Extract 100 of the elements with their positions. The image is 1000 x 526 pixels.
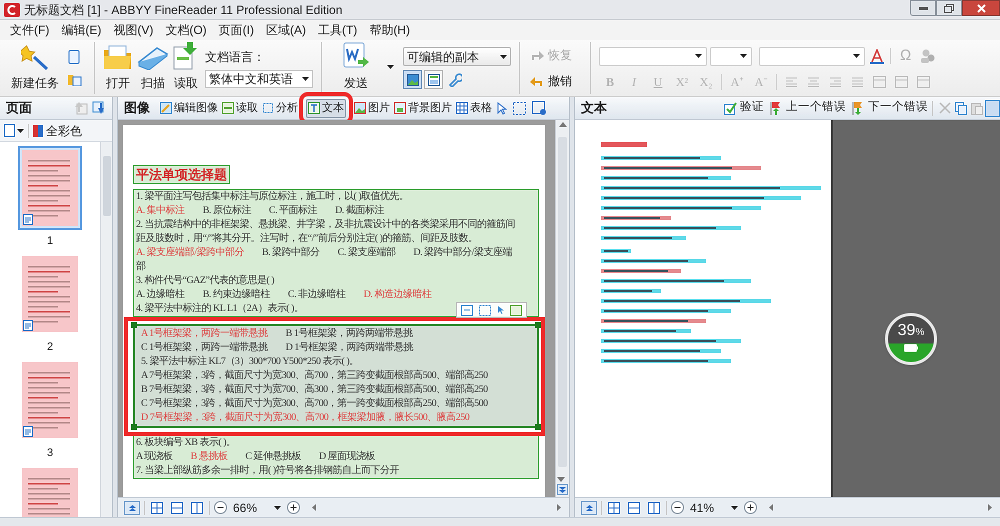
page-number: 2 — [46, 340, 54, 354]
menu-item[interactable]: 工具(T) — [312, 21, 364, 39]
edit-image-icon — [160, 102, 172, 114]
view-mode-button[interactable] — [626, 500, 642, 515]
toolbar-button[interactable]: 扫描 — [137, 42, 169, 94]
question-text: B 7号框架梁，3跨，截面尺寸为宽700、高300，第三跨变截面根部高500、端部高250 — [141, 383, 488, 397]
table-layout-icon — [916, 76, 930, 88]
toolbar-icon-button[interactable] — [68, 50, 82, 64]
zoom-dropdown[interactable]: 41% — [688, 500, 740, 516]
analyze-icon — [262, 102, 274, 114]
text-tool-button[interactable]: 验证 — [724, 99, 764, 117]
area-tool-button[interactable]: 读取 — [220, 98, 260, 118]
scrollbar[interactable] — [555, 120, 569, 497]
page-view-dropdown[interactable] — [4, 124, 24, 137]
area-tool-button[interactable]: 表格 — [454, 98, 494, 118]
question-text: 5. 梁平法中标注 KL7（3）300*700 Y500*250 表示( )。 — [141, 355, 359, 369]
zoom-out-button[interactable] — [671, 501, 684, 514]
delete-area-icon — [532, 101, 546, 115]
language-label: 文档语言： — [205, 49, 266, 66]
language-dropdown[interactable]: 繁体中文和英语 — [205, 70, 313, 88]
resize-handle[interactable] — [535, 424, 541, 430]
selected-text-region[interactable] — [133, 324, 539, 428]
text-region[interactable] — [133, 189, 539, 317]
delete-area-button[interactable] — [532, 101, 546, 115]
text-color-button[interactable] — [870, 48, 884, 64]
view-mode-button[interactable] — [189, 500, 205, 515]
plus-circle-icon — [744, 501, 757, 514]
horizontal-scrollbar[interactable] — [767, 502, 994, 514]
send-format-dropdown[interactable]: 可编辑的副本 — [403, 47, 511, 66]
toolbar-button[interactable]: 新建任务 — [4, 42, 66, 94]
question-text: 1. 梁平面注写包括集中标注与原位标注，施工时，以( )取值优先。 — [136, 190, 409, 204]
question-text: C 延伸悬挑板 — [245, 450, 302, 464]
menu-item[interactable]: 文档(O) — [159, 21, 213, 39]
caret-icon — [695, 54, 702, 58]
pointer-button[interactable] — [497, 102, 507, 114]
fit-width-icon — [171, 502, 183, 514]
menu-item[interactable]: 帮助(H) — [363, 21, 416, 39]
next-page-button[interactable] — [557, 484, 568, 495]
page-down-button[interactable] — [92, 101, 106, 115]
view-mode-button[interactable] — [424, 70, 443, 89]
zoom-in-button[interactable] — [287, 501, 300, 514]
view-mode-button[interactable] — [646, 500, 662, 515]
zoom-dropdown[interactable]: 66% — [231, 500, 283, 516]
menu-item[interactable]: 编辑(E) — [55, 21, 108, 39]
collapse-button[interactable] — [581, 500, 597, 514]
text-view-button[interactable] — [985, 100, 1000, 116]
scroll-up-icon — [558, 122, 566, 127]
document-title: 平法单项选择题 — [133, 165, 230, 184]
select-area-button[interactable] — [513, 102, 526, 114]
menu-item[interactable]: 视图(V) — [107, 21, 160, 39]
text-tool-button[interactable]: 上一个错误 — [770, 99, 846, 117]
area-tool-button[interactable]: 编辑图像 — [158, 98, 220, 118]
collapse-button[interactable] — [124, 500, 140, 514]
zoom-in-button[interactable] — [744, 501, 757, 514]
toolbar-icon-button[interactable] — [68, 72, 82, 86]
menu-item[interactable]: 区域(A) — [260, 21, 312, 39]
split-view-icon — [191, 502, 203, 514]
panel-title: 页面 — [6, 99, 32, 118]
text-region[interactable]: 6. 板块编号 XB 表示( )。 A 现浇板 B 悬挑板 C 延伸悬挑板 D 屋面现浇板 7. 当梁上部纵筋多余一排时，用( )符号将各排钢筋自上而下分开 — [133, 435, 539, 479]
toolbar-button[interactable]: 读取 — [173, 42, 199, 94]
view-mode-button[interactable] — [403, 70, 422, 89]
view-mode-button[interactable] — [169, 500, 185, 515]
resize-handle[interactable] — [131, 424, 137, 430]
resize-handle[interactable] — [131, 322, 137, 328]
area-tool-button[interactable]: 背景图片 — [392, 98, 454, 118]
scroll-down-button[interactable] — [557, 477, 568, 482]
zoom-out-button[interactable] — [214, 501, 227, 514]
toolbar-button[interactable]: 打开 — [103, 42, 133, 94]
region-type-icon[interactable] — [461, 304, 473, 316]
answer-option: A. 集中标注 — [136, 204, 185, 218]
minus-circle-icon — [214, 501, 227, 514]
maximize-button[interactable] — [936, 0, 962, 16]
region-area-icon[interactable] — [510, 304, 522, 316]
plus-circle-icon — [287, 501, 300, 514]
view-mode-button[interactable] — [606, 500, 622, 515]
copy-button[interactable] — [955, 102, 967, 114]
toolbar-button[interactable]: 发送 — [330, 42, 382, 94]
close-button[interactable] — [962, 0, 1000, 16]
flag-down-icon — [852, 101, 865, 115]
horizontal-scrollbar[interactable] — [310, 502, 563, 514]
word-document-icon — [343, 42, 369, 70]
region-resize-icon[interactable] — [479, 304, 491, 316]
area-tool-button[interactable]: 图片 — [352, 98, 392, 118]
view-mode-button[interactable] — [149, 500, 165, 515]
minimize-button[interactable] — [910, 0, 936, 16]
scrollbar[interactable] — [100, 142, 112, 517]
menu-item[interactable]: 文件(F) — [4, 21, 56, 39]
menu-item[interactable]: 页面(I) — [212, 21, 260, 39]
scroll-left-icon — [769, 504, 773, 511]
question-text: 部 — [136, 260, 146, 274]
text-tool-button[interactable]: 下一个错误 — [852, 99, 928, 117]
scroll-right-icon — [988, 504, 992, 511]
area-tool-button[interactable]: 分析 — [260, 98, 300, 118]
resize-handle[interactable] — [535, 322, 541, 328]
fit-width-icon — [628, 502, 640, 514]
answer-option: A. 梁支座端部/梁跨中部分 — [136, 246, 244, 260]
caret-icon — [731, 506, 738, 510]
cursor-icon[interactable] — [497, 305, 504, 315]
folder-page-icon — [68, 72, 82, 86]
undo-button[interactable]: 撤销 — [530, 72, 580, 90]
